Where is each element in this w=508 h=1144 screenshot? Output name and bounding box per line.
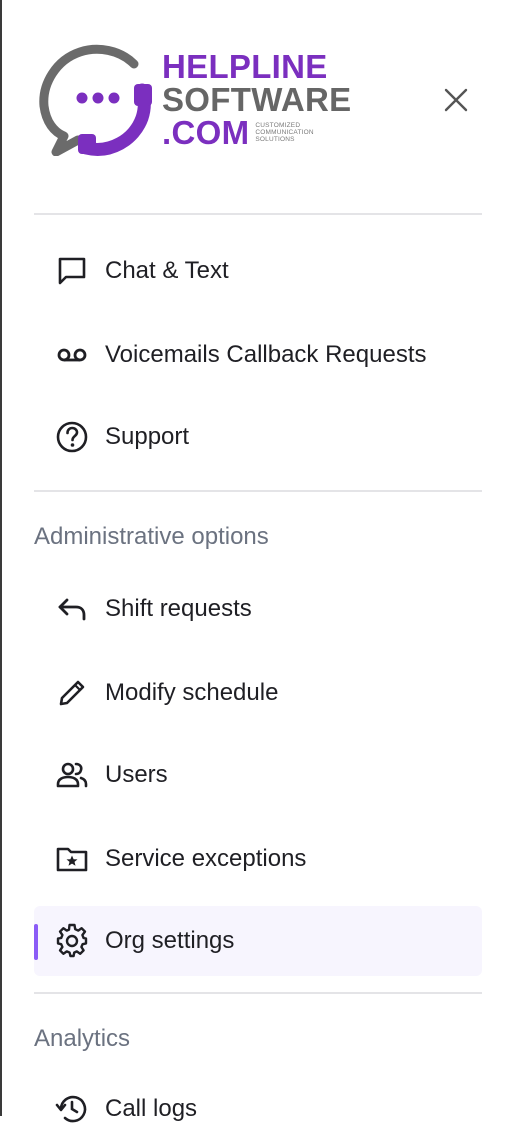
nav-item-modify-schedule[interactable]: Modify schedule bbox=[34, 658, 482, 728]
nav-item-label: Call logs bbox=[105, 1095, 198, 1122]
section-title-administrative: Administrative options bbox=[34, 523, 269, 550]
gear-icon bbox=[54, 923, 90, 959]
logo-tagline: CUSTOMIZED COMMUNICATION SOLUTIONS bbox=[255, 122, 313, 143]
tagline-line: COMMUNICATION bbox=[255, 129, 314, 136]
close-button[interactable] bbox=[440, 84, 472, 116]
nav-item-label: Service exceptions bbox=[105, 845, 307, 872]
nav-item-label: Modify schedule bbox=[105, 679, 279, 706]
nav-item-label: Users bbox=[105, 761, 168, 788]
close-icon bbox=[444, 88, 468, 112]
nav-item-label: Chat & Text bbox=[105, 257, 229, 284]
nav-item-label: Org settings bbox=[105, 927, 235, 954]
folder-star-icon bbox=[54, 841, 90, 877]
nav-item-support[interactable]: Support bbox=[34, 402, 482, 472]
users-icon bbox=[54, 757, 90, 793]
logo-line-helpline: HELPLINE bbox=[162, 48, 328, 85]
nav-item-call-logs[interactable]: Call logs bbox=[34, 1074, 482, 1144]
nav-item-label: Support bbox=[105, 423, 190, 450]
pencil-icon bbox=[54, 675, 90, 711]
tagline-line: CUSTOMIZED bbox=[255, 122, 301, 129]
logo-line-software: SOFTWARE bbox=[162, 81, 352, 118]
logo-com-text: .COM bbox=[162, 114, 250, 151]
nav-item-users[interactable]: Users bbox=[34, 740, 482, 810]
tagline-line: SOLUTIONS bbox=[255, 136, 295, 143]
history-icon bbox=[54, 1091, 90, 1127]
divider bbox=[34, 213, 482, 215]
divider bbox=[34, 490, 482, 492]
help-circle-icon bbox=[54, 419, 90, 455]
divider bbox=[34, 992, 482, 994]
nav-item-service-exceptions[interactable]: Service exceptions bbox=[34, 824, 482, 894]
nav-item-label: Voicemails Callback Requests bbox=[105, 341, 427, 368]
reply-arrow-icon bbox=[54, 591, 90, 627]
logo-wordmark: HELPLINE SOFTWARE .COM CUSTOMIZED COMMUN… bbox=[162, 50, 351, 149]
nav-item-chat-text[interactable]: Chat & Text bbox=[34, 236, 482, 306]
logo-line-com: .COM CUSTOMIZED COMMUNICATION SOLUTIONS bbox=[162, 116, 351, 149]
nav-item-org-settings[interactable]: Org settings bbox=[34, 906, 482, 976]
brand-logo: HELPLINE SOFTWARE .COM CUSTOMIZED COMMUN… bbox=[38, 44, 368, 156]
section-title-analytics: Analytics bbox=[34, 1025, 131, 1052]
chat-icon bbox=[54, 253, 90, 289]
voicemail-icon bbox=[54, 337, 90, 373]
nav-item-voicemails[interactable]: Voicemails Callback Requests bbox=[34, 320, 482, 390]
window-edge bbox=[0, 0, 2, 1116]
nav-item-label: Shift requests bbox=[105, 595, 252, 622]
nav-item-shift-requests[interactable]: Shift requests bbox=[34, 574, 482, 644]
logo-chat-phone-icon bbox=[39, 44, 152, 156]
